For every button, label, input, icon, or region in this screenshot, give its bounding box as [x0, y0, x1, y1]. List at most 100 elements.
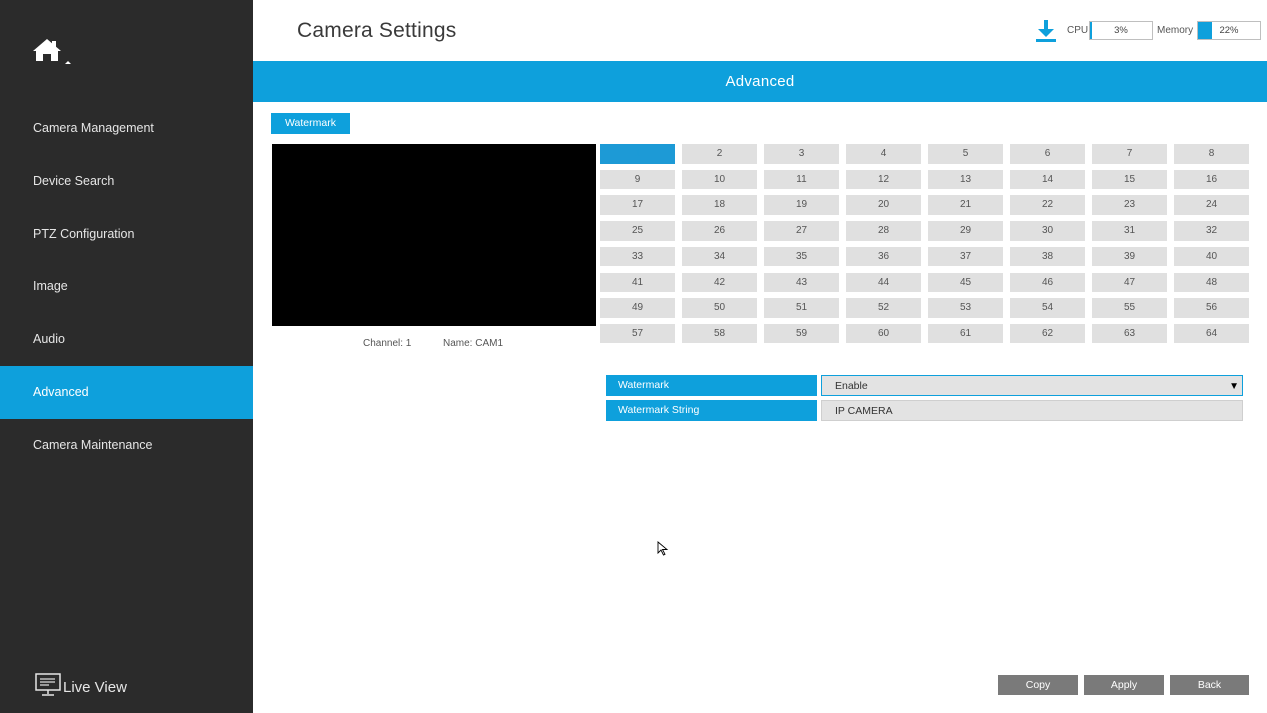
monitor-icon — [35, 673, 63, 701]
sidebar-item-camera-maintenance[interactable]: Camera Maintenance — [0, 419, 253, 472]
channel-button-16[interactable]: 16 — [1174, 169, 1249, 190]
channel-button-6[interactable]: 6 — [1010, 144, 1085, 164]
channel-button-40[interactable]: 40 — [1174, 246, 1249, 267]
channel-button-25[interactable]: 25 — [600, 221, 675, 241]
copy-button[interactable]: Copy — [998, 675, 1078, 695]
channel-button-55[interactable]: 55 — [1092, 298, 1167, 318]
channel-button-21[interactable]: 21 — [928, 195, 1003, 215]
channel-button-30[interactable]: 30 — [1010, 221, 1085, 241]
channel-button-56[interactable]: 56 — [1174, 298, 1249, 318]
sidebar: Camera Management Device Search PTZ Conf… — [0, 0, 253, 713]
cpu-label: CPU — [1067, 25, 1089, 36]
channel-button-48[interactable]: 48 — [1174, 272, 1249, 292]
channel-button-11[interactable]: 11 — [764, 169, 839, 190]
channel-button-34[interactable]: 34 — [682, 246, 757, 267]
channel-button-58[interactable]: 58 — [682, 323, 757, 344]
sidebar-item-ptz-configuration[interactable]: PTZ Configuration — [0, 208, 253, 261]
mouse-cursor-icon — [657, 541, 669, 557]
sidebar-item-advanced[interactable]: Advanced — [0, 365, 253, 419]
channel-button-63[interactable]: 63 — [1092, 323, 1167, 344]
channel-button-19[interactable]: 19 — [764, 195, 839, 215]
channel-button-64[interactable]: 64 — [1174, 323, 1249, 344]
channel-button-57[interactable]: 57 — [600, 323, 675, 344]
channel-button-41[interactable]: 41 — [600, 272, 675, 292]
channel-button-39[interactable]: 39 — [1092, 246, 1167, 267]
channel-button-8[interactable]: 8 — [1174, 144, 1249, 164]
channel-button-51[interactable]: 51 — [764, 298, 839, 318]
page-title: Camera Settings — [297, 19, 457, 42]
channel-button-46[interactable]: 46 — [1010, 272, 1085, 292]
home-icon[interactable] — [32, 37, 72, 67]
channel-button-22[interactable]: 22 — [1010, 195, 1085, 215]
channel-button-5[interactable]: 5 — [928, 144, 1003, 164]
channel-button-15[interactable]: 15 — [1092, 169, 1167, 190]
channel-button-35[interactable]: 35 — [764, 246, 839, 267]
channel-button-3[interactable]: 3 — [764, 144, 839, 164]
channel-button-44[interactable]: 44 — [846, 272, 921, 292]
watermark-string-input[interactable]: IP CAMERA — [821, 400, 1243, 421]
channel-button-32[interactable]: 32 — [1174, 221, 1249, 241]
channel-button-24[interactable]: 24 — [1174, 195, 1249, 215]
channel-button-26[interactable]: 26 — [682, 221, 757, 241]
channel-button-61[interactable]: 61 — [928, 323, 1003, 344]
channel-button-28[interactable]: 28 — [846, 221, 921, 241]
memory-value: 22% — [1219, 25, 1239, 36]
channel-button-60[interactable]: 60 — [846, 323, 921, 344]
live-view-label: Live View — [63, 678, 127, 696]
camera-preview — [272, 144, 596, 326]
channel-button-13[interactable]: 13 — [928, 169, 1003, 190]
sidebar-nav: Camera Management Device Search PTZ Conf… — [0, 102, 253, 472]
channel-button-47[interactable]: 47 — [1092, 272, 1167, 292]
apply-button[interactable]: Apply — [1084, 675, 1164, 695]
channel-button-2[interactable]: 2 — [682, 144, 757, 164]
channel-button-17[interactable]: 17 — [600, 195, 675, 215]
channel-button-36[interactable]: 36 — [846, 246, 921, 267]
channel-button-12[interactable]: 12 — [846, 169, 921, 190]
channel-button-37[interactable]: 37 — [928, 246, 1003, 267]
channel-name-label: Name: CAM1 — [443, 338, 504, 349]
channel-button-18[interactable]: 18 — [682, 195, 757, 215]
back-button[interactable]: Back — [1170, 675, 1249, 695]
memory-meter: 22% — [1197, 21, 1261, 40]
sidebar-item-image[interactable]: Image — [0, 260, 253, 313]
watermark-label: Watermark — [606, 375, 817, 396]
channel-button-20[interactable]: 20 — [846, 195, 921, 215]
channel-button-4[interactable]: 4 — [846, 144, 921, 164]
watermark-string-label: Watermark String — [606, 400, 817, 421]
channel-button-59[interactable]: 59 — [764, 323, 839, 344]
channel-button-23[interactable]: 23 — [1092, 195, 1167, 215]
channel-button-52[interactable]: 52 — [846, 298, 921, 318]
channel-grid: 1 2 3 4 5 6 7 8 9 10 11 12 13 14 15 16 17 18 19 20 21 22 23 24 2… — [600, 144, 1250, 344]
channel-button-7[interactable]: 7 — [1092, 144, 1167, 164]
watermark-select[interactable]: Enable ▼ — [821, 375, 1243, 396]
channel-button-49[interactable]: 49 — [600, 298, 675, 318]
cpu-meter: 3% — [1089, 21, 1153, 40]
sidebar-item-audio[interactable]: Audio — [0, 313, 253, 366]
sidebar-item-device-search[interactable]: Device Search — [0, 155, 253, 208]
channel-button-31[interactable]: 31 — [1092, 221, 1167, 241]
channel-button-54[interactable]: 54 — [1010, 298, 1085, 318]
channel-button-50[interactable]: 50 — [682, 298, 757, 318]
channel-button-53[interactable]: 53 — [928, 298, 1003, 318]
live-view-button[interactable]: Live View — [35, 673, 127, 701]
channel-button-1[interactable]: 1 — [600, 144, 675, 164]
section-title: Advanced — [253, 61, 1267, 102]
channel-button-42[interactable]: 42 — [682, 272, 757, 292]
channel-button-29[interactable]: 29 — [928, 221, 1003, 241]
sidebar-item-camera-management[interactable]: Camera Management — [0, 102, 253, 155]
cpu-value: 3% — [1114, 25, 1128, 36]
channel-label: Channel: 1 — [363, 338, 412, 349]
caret-down-icon: ▼ — [1229, 381, 1239, 392]
channel-button-43[interactable]: 43 — [764, 272, 839, 292]
channel-button-38[interactable]: 38 — [1010, 246, 1085, 267]
channel-button-62[interactable]: 62 — [1010, 323, 1085, 344]
memory-label: Memory — [1157, 25, 1194, 36]
channel-button-10[interactable]: 10 — [682, 169, 757, 190]
channel-button-9[interactable]: 9 — [600, 169, 675, 190]
tab-watermark[interactable]: Watermark — [271, 113, 350, 134]
channel-button-14[interactable]: 14 — [1010, 169, 1085, 190]
channel-button-33[interactable]: 33 — [600, 246, 675, 267]
channel-button-27[interactable]: 27 — [764, 221, 839, 241]
channel-button-45[interactable]: 45 — [928, 272, 1003, 292]
download-icon[interactable] — [1035, 19, 1057, 43]
